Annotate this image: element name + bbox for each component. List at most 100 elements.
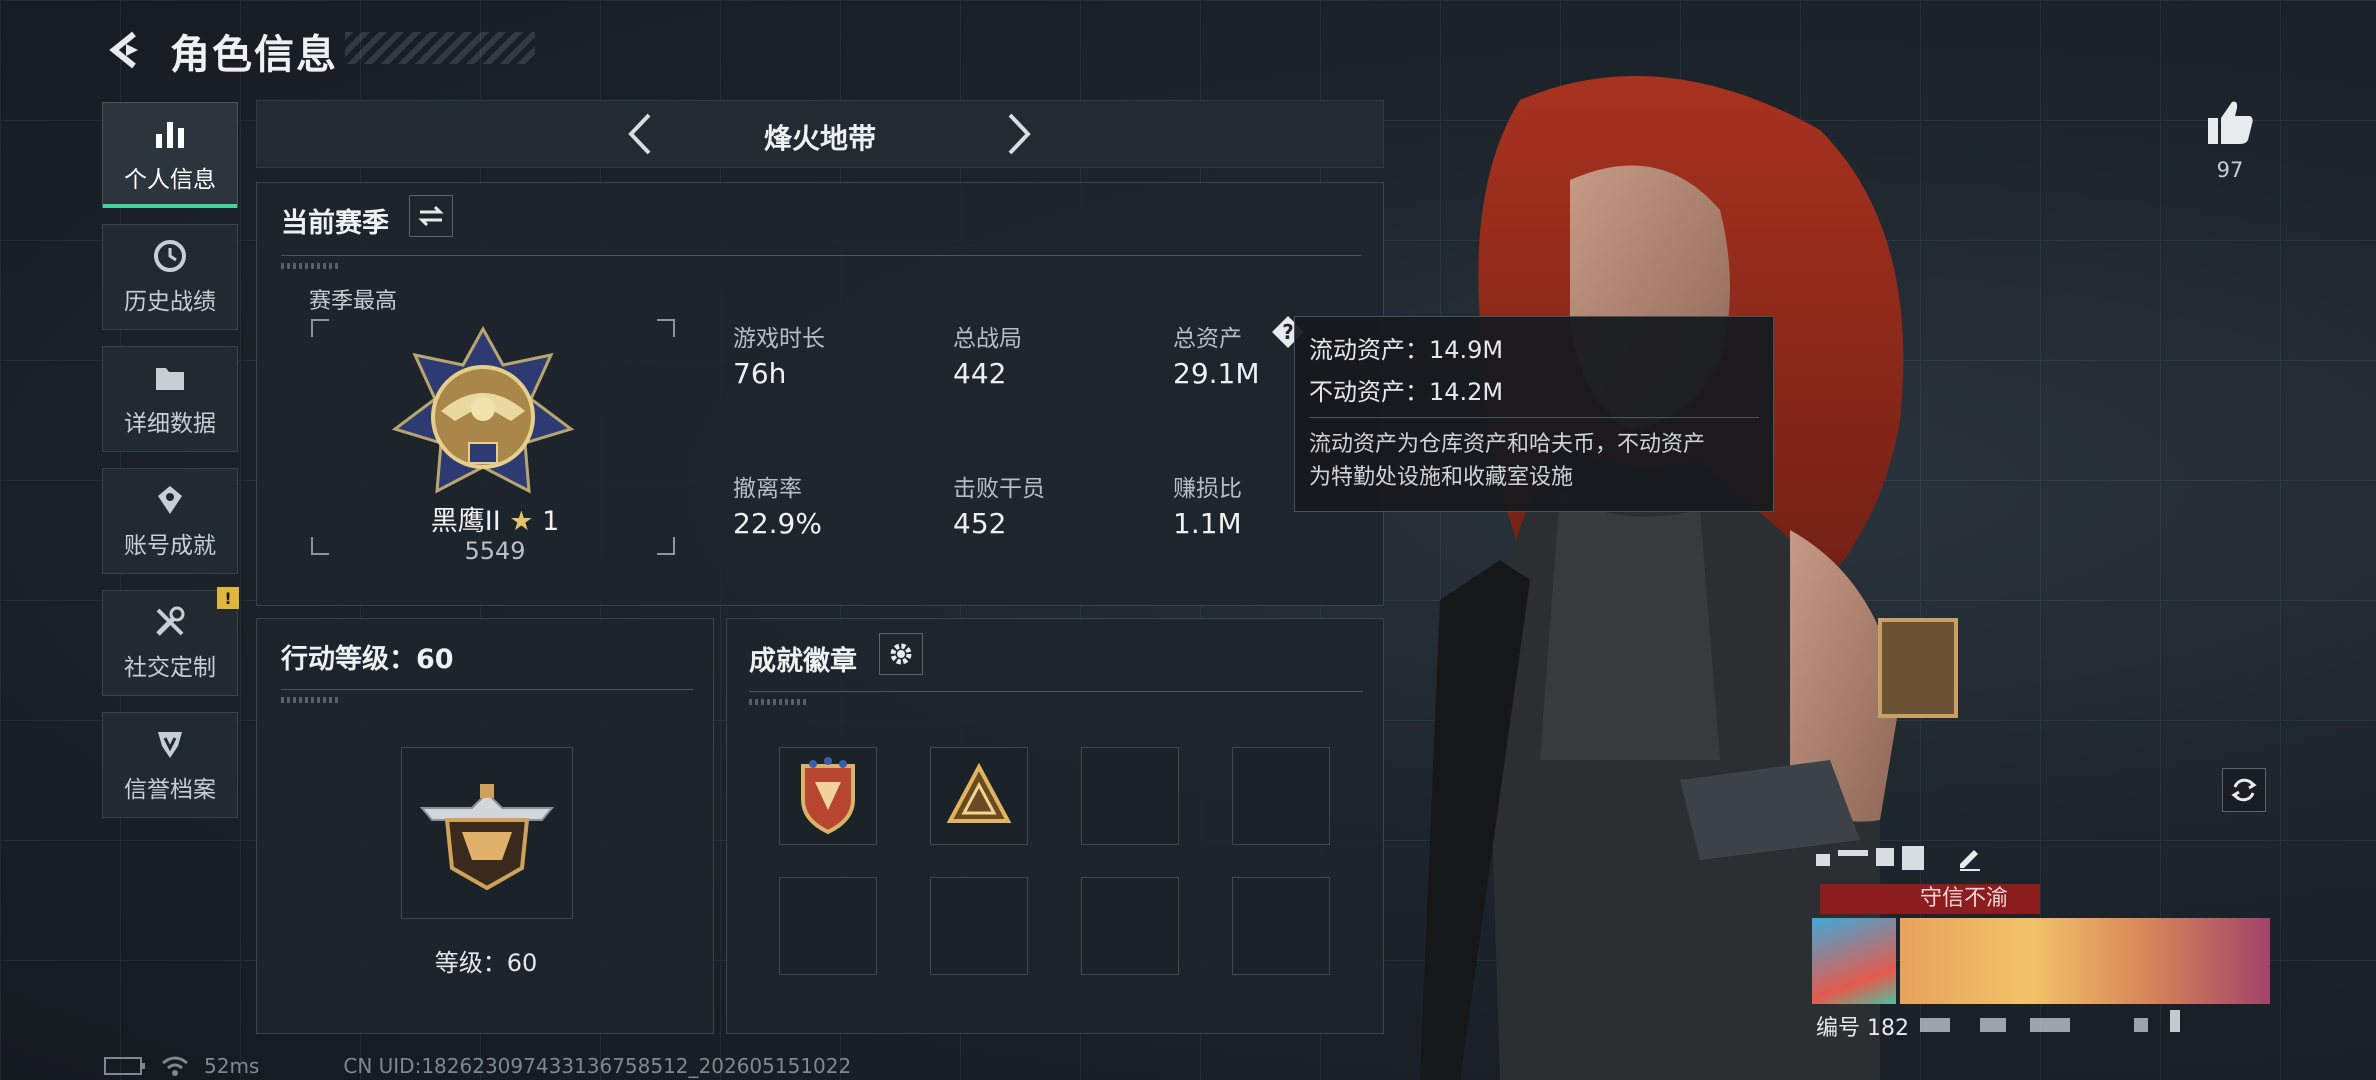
sidebar-item-label: 历史战绩 [124, 289, 216, 315]
sidebar-item-label: 个人信息 [124, 167, 216, 193]
badge-slot-empty[interactable] [1232, 747, 1330, 845]
sidebar-item-label: 社交定制 [124, 655, 216, 681]
clock-icon [154, 240, 186, 272]
warning-badge: ! [217, 587, 239, 609]
stat-value-play-time: 76h [733, 357, 787, 390]
badges-heading: 成就徽章 [749, 646, 857, 677]
tooltip-description-2: 为特勤处设施和收藏室设施 [1309, 465, 1574, 490]
refresh-icon [2231, 778, 2257, 802]
action-level-panel: 行动等级：60 等级：60 [256, 618, 714, 1034]
sidebar-item-detailed-data[interactable]: 详细数据 [102, 346, 238, 452]
season-heading: 当前赛季 [281, 208, 389, 239]
sidebar-item-reputation[interactable]: 信誉档案 [102, 712, 238, 818]
stat-label-play-time: 游戏时长 [733, 326, 825, 352]
obscured-id [1920, 1010, 2220, 1034]
tooltip-fixed-assets: 不动资产：14.2M [1309, 378, 1504, 406]
thumbs-up-icon [2208, 101, 2253, 144]
rank-name: 黑鹰II [430, 506, 501, 537]
sidebar-item-personal-info[interactable]: 个人信息 [102, 102, 238, 208]
bar-chart-icon [156, 122, 184, 148]
sidebar-item-achievements[interactable]: 账号成就 [102, 468, 238, 574]
ping-text: 52ms [204, 1054, 260, 1078]
stat-value-kills: 452 [953, 507, 1007, 540]
rank-stars: 1 [542, 506, 560, 537]
page-title: 角色信息 [170, 32, 338, 78]
stat-label-kills: 击败干员 [953, 476, 1045, 502]
badges-panel: 成就徽章 [726, 618, 1384, 1034]
level-emblem-icon [419, 784, 555, 891]
badge-triangle-icon [946, 762, 1012, 823]
stat-label-total-assets: 总资产 [1173, 326, 1242, 352]
mode-next-button[interactable] [992, 109, 1042, 159]
stat-value-profit-loss: 1.1M [1173, 507, 1242, 540]
sidebar-item-history[interactable]: 历史战绩 [102, 224, 238, 330]
profile-banner [1900, 918, 2270, 1004]
badge-slot-empty[interactable] [1232, 877, 1330, 975]
stat-label-total-matches: 总战局 [953, 326, 1022, 352]
frame-corner [657, 319, 675, 337]
action-level-text: 等级：60 [434, 949, 538, 977]
like-button[interactable] [2204, 96, 2256, 148]
sidebar-item-label: 账号成就 [124, 533, 216, 559]
badge-slot-empty[interactable] [779, 877, 877, 975]
badge-slot-empty[interactable] [1081, 747, 1179, 845]
rank-star-icon: ★ [509, 506, 534, 537]
sidebar-item-label: 详细数据 [124, 411, 216, 437]
mode-selector: 烽火地带 [256, 100, 1384, 168]
action-level-heading: 行动等级：60 [281, 644, 454, 675]
season-switch-button[interactable] [409, 195, 453, 237]
back-button[interactable] [96, 20, 156, 80]
decoration [281, 697, 341, 703]
action-level-emblem-frame [401, 747, 573, 919]
achievement-icon [158, 486, 182, 514]
stat-value-extract-rate: 22.9% [733, 507, 822, 540]
tooltip-description-1: 流动资产为仓库资产和哈夫币，不动资产 [1309, 432, 1706, 457]
svg-text:?: ? [1282, 320, 1294, 344]
stat-label-extract-rate: 撤离率 [733, 476, 802, 502]
refresh-button[interactable] [2222, 768, 2266, 812]
rank-score: 5549 [464, 537, 526, 565]
mode-title: 烽火地带 [763, 122, 876, 155]
divider [281, 255, 1361, 256]
shield-icon [158, 732, 182, 758]
badge-slot-empty[interactable] [930, 877, 1028, 975]
rank-info: 黑鹰II ★ 1 [257, 499, 733, 538]
sidebar-item-label: 信誉档案 [124, 777, 216, 803]
folder-icon [156, 368, 184, 390]
title-decoration [345, 32, 535, 64]
stat-value-total-assets: 29.1M [1173, 357, 1260, 390]
obscured-name [1816, 846, 1976, 872]
tooltip-divider [1309, 417, 1759, 418]
tooltip-liquid-assets: 流动资产：14.9M [1309, 336, 1504, 364]
badge-slot[interactable] [930, 747, 1028, 845]
edit-icon [1960, 850, 1980, 871]
profile-avatar[interactable] [1812, 918, 1896, 1004]
stat-value-total-matches: 442 [953, 357, 1007, 390]
assets-tooltip: 流动资产：14.9M 不动资产：14.2M 流动资产为仓库资产和哈夫币，不动资产… [1294, 316, 1774, 512]
frame-corner [311, 319, 329, 337]
rank-emblem-icon [391, 325, 575, 494]
uid-text: CN UID:18262309743313675851​2_2026051510… [343, 1054, 852, 1078]
gear-icon [890, 643, 912, 665]
status-footer: 52ms CN UID:18262309743313675851​2_20260… [104, 1054, 851, 1078]
badge-slot-empty[interactable] [1081, 877, 1179, 975]
badges-settings-button[interactable] [879, 633, 923, 675]
wrench-icon [156, 606, 185, 636]
profile-id: 编号 182 [1816, 1016, 1909, 1041]
battery-icon [104, 1057, 145, 1075]
swap-icon [418, 205, 444, 227]
chevron-right-icon [1008, 113, 1031, 155]
title-ribbon: 守信不渝 [1820, 884, 2040, 914]
season-best-label: 赛季最高 [309, 289, 398, 314]
edit-name-button[interactable] [1956, 844, 1984, 872]
season-panel: 当前赛季 赛季最高 黑鹰II ★ 1 5549 游戏时长 76h 总战局 442… [256, 182, 1384, 606]
divider [281, 689, 693, 690]
badge-shield-icon [801, 757, 855, 835]
decoration [749, 699, 809, 705]
sidebar-item-social-custom[interactable]: 社交定制 ! [102, 587, 239, 696]
wifi-icon [162, 1056, 188, 1076]
back-arrow-icon [109, 31, 138, 69]
badge-slot[interactable] [779, 747, 877, 845]
divider [749, 691, 1363, 692]
like-count: 97 [2216, 158, 2244, 182]
